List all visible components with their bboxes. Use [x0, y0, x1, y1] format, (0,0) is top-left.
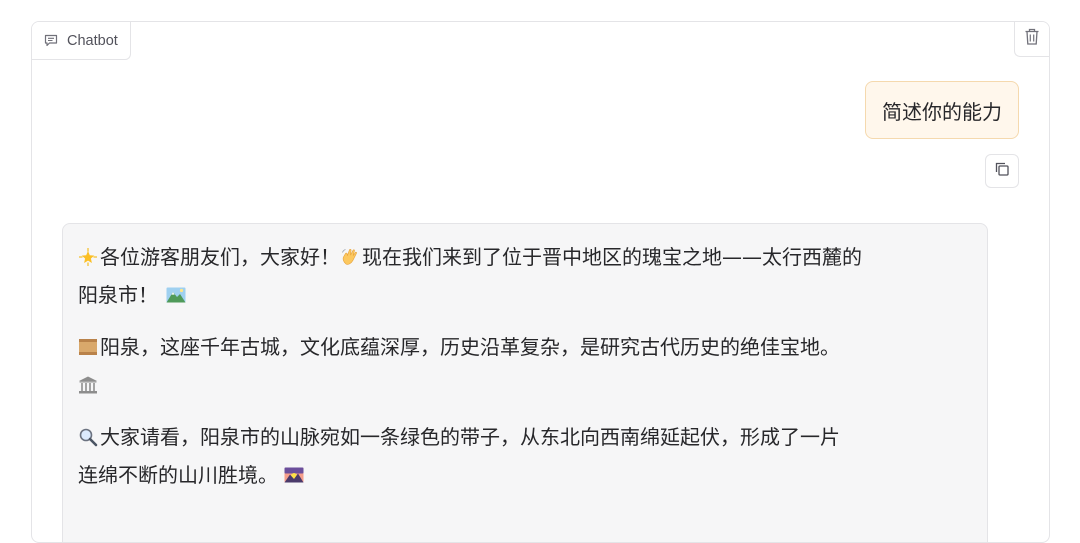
bot-text-line2: 连绵不断的山川胜境。 — [78, 463, 278, 487]
chatbot-label-text: Chatbot — [67, 32, 118, 49]
scroll-icon — [78, 337, 98, 357]
bot-paragraph: 阳泉，这座千年古城，文化底蕴深厚，历史沿革复杂，是研究古代历史的绝佳宝地。 — [78, 328, 973, 404]
chat-bubble-icon — [44, 34, 58, 48]
bot-text-continued: 现在我们来到了位于晋中地区的瑰宝之地——太行西麓的 — [362, 245, 862, 269]
glowing-star-icon — [78, 247, 98, 267]
chatbot-panel: Chatbot 简述你的能力 各位游客朋友们，大家好！ 现在我们来到了位于晋中地… — [31, 21, 1050, 543]
waving-hand-icon — [340, 247, 360, 267]
classical-building-icon — [78, 375, 98, 395]
bot-paragraph: 各位游客朋友们，大家好！ 现在我们来到了位于晋中地区的瑰宝之地——太行西麓的阳泉… — [78, 238, 973, 314]
copy-icon — [994, 161, 1010, 181]
magnifying-glass-icon — [78, 427, 98, 447]
sunrise-over-mountains-icon — [284, 465, 304, 485]
trash-icon — [1024, 28, 1040, 50]
chatbot-label: Chatbot — [32, 22, 131, 60]
user-message-bubble: 简述你的能力 — [865, 81, 1019, 139]
bot-text: 各位游客朋友们，大家好！ — [100, 245, 340, 269]
clear-chat-button[interactable] — [1014, 22, 1049, 57]
bot-text: 阳泉，这座千年古城，文化底蕴深厚，历史沿革复杂，是研究古代历史的绝佳宝地。 — [100, 335, 840, 359]
copy-message-button[interactable] — [985, 154, 1019, 188]
bot-text-line2: 阳泉市！ — [78, 283, 158, 307]
bot-text: 大家请看，阳泉市的山脉宛如一条绿色的带子，从东北向西南绵延起伏，形成了一片 — [100, 425, 840, 449]
bot-message-bubble: 各位游客朋友们，大家好！ 现在我们来到了位于晋中地区的瑰宝之地——太行西麓的阳泉… — [62, 223, 988, 542]
mountain-landscape-icon — [166, 285, 186, 305]
bot-paragraph: 大家请看，阳泉市的山脉宛如一条绿色的带子，从东北向西南绵延起伏，形成了一片连绵不… — [78, 418, 973, 494]
user-message-text: 简述你的能力 — [882, 99, 1002, 124]
